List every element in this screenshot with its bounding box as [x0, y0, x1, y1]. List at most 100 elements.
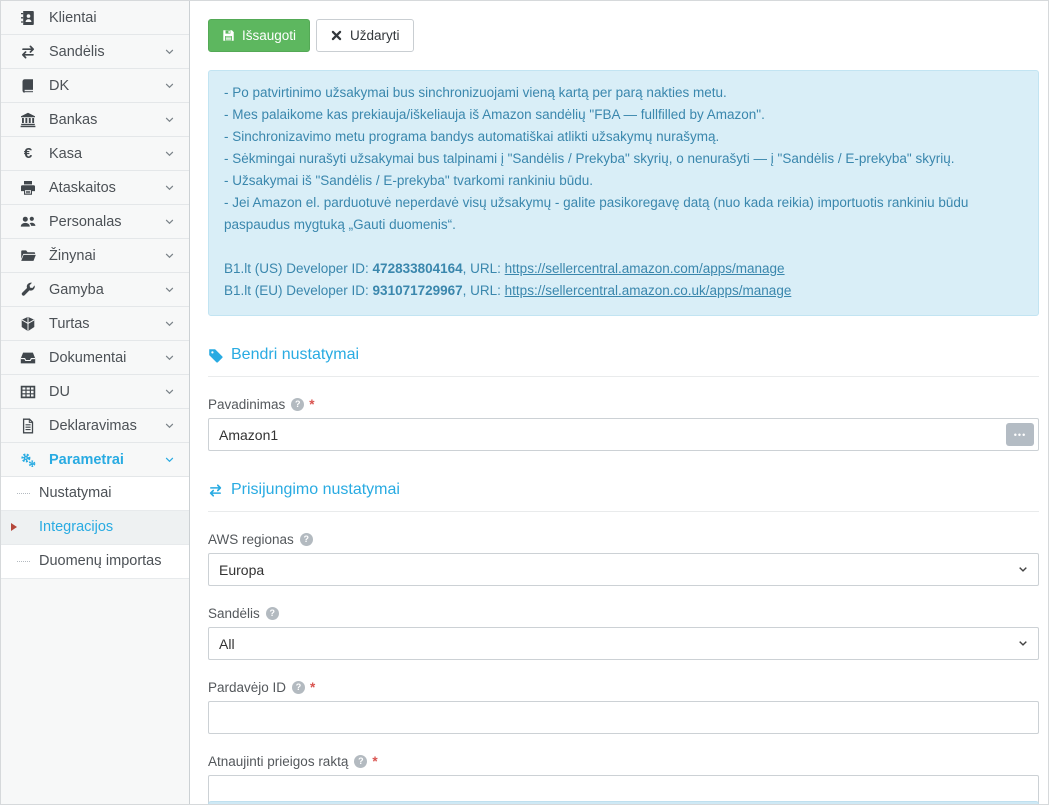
sidebar-item-label: Turtas: [49, 316, 164, 332]
sandelis-select[interactable]: All: [208, 627, 1039, 660]
users-icon: [19, 214, 37, 230]
save-button[interactable]: Išsaugoti: [208, 19, 310, 52]
developer-id-value: 472833804164: [373, 261, 463, 276]
aws-region-select[interactable]: Europa: [208, 553, 1039, 586]
required-asterisk: *: [372, 754, 377, 769]
table-icon: [19, 384, 37, 400]
chevron-down-icon: [164, 148, 176, 159]
required-asterisk: *: [309, 397, 314, 412]
pavadinimas-field: Pavadinimas ? * •••: [208, 397, 1039, 451]
sidebar-item-label: Klientai: [49, 10, 176, 26]
ellipsis-button[interactable]: •••: [1006, 423, 1034, 446]
required-asterisk: *: [310, 680, 315, 695]
help-icon[interactable]: ?: [300, 533, 313, 546]
save-icon: [222, 29, 235, 42]
wrench-icon: [19, 282, 37, 298]
exchange-icon: [19, 44, 37, 60]
sidebar-item-label: Žinynai: [49, 248, 164, 264]
sidebar-nav: Klientai Sandėlis DK Bankas €Kasa Ataskaitos P…: [1, 1, 189, 579]
chevron-down-icon: [164, 46, 176, 57]
chevron-down-icon: [164, 420, 176, 431]
developer-id-value: 931071729967: [373, 283, 463, 298]
sidebar-item-label: Parametrai: [49, 452, 164, 468]
sidebar-subitem-label: Duomenų importas: [39, 553, 162, 569]
chevron-down-icon: [164, 352, 176, 363]
help-icon[interactable]: ?: [291, 398, 304, 411]
sidebar-item-bankas[interactable]: Bankas: [1, 103, 189, 137]
sidebar-subitem-nustatymai[interactable]: Nustatymai: [1, 477, 189, 511]
sidebar-item-label: Dokumentai: [49, 350, 164, 366]
help-icon[interactable]: ?: [266, 607, 279, 620]
sidebar-item-du[interactable]: DU: [1, 375, 189, 409]
exchange-icon: [208, 483, 223, 498]
help-icon[interactable]: ?: [292, 681, 305, 694]
sidebar-subitem-label: Integracijos: [39, 519, 113, 535]
save-button-label: Išsaugoti: [242, 28, 296, 43]
aws-region-field: AWS regionas ? Europa: [208, 532, 1039, 586]
parametrai-submenu: Nustatymai Integracijos Duomenų importas: [1, 477, 189, 579]
chevron-down-icon: [164, 250, 176, 261]
tag-icon: [208, 348, 223, 363]
chevron-down-icon: [164, 318, 176, 329]
sellercentral-link[interactable]: https://sellercentral.amazon.co.uk/apps/…: [505, 283, 792, 298]
sidebar-item-label: Gamyba: [49, 282, 164, 298]
chevron-down-icon: [164, 114, 176, 125]
info-line: - Sinchronizavimo metu programa bandys a…: [224, 126, 1023, 148]
info-line: - Po patvirtinimo užsakymai bus sinchron…: [224, 82, 1023, 104]
sidebar-item-label: Sandėlis: [49, 44, 164, 60]
sidebar-item-dk[interactable]: DK: [1, 69, 189, 103]
sidebar-item-sandelis[interactable]: Sandėlis: [1, 35, 189, 69]
developer-id-prefix: B1.lt (US) Developer ID:: [224, 261, 373, 276]
sidebar-item-parametrai[interactable]: Parametrai: [1, 443, 189, 477]
chevron-down-icon: [164, 284, 176, 295]
sidebar-subitem-label: Nustatymai: [39, 485, 112, 501]
pavadinimas-input[interactable]: [208, 418, 1039, 451]
section-title-connection: Prisijungimo nustatymai: [208, 481, 1039, 499]
address-book-icon: [19, 10, 37, 26]
developer-id-prefix: B1.lt (EU) Developer ID:: [224, 283, 373, 298]
developer-id-line: B1.lt (EU) Developer ID: 931071729967, U…: [224, 280, 1023, 302]
folder-open-icon: [19, 248, 37, 264]
info-lines: - Po patvirtinimo užsakymai bus sinchron…: [224, 82, 1023, 236]
sandelis-label: Sandėlis: [208, 606, 260, 621]
sidebar-item-ataskaitos[interactable]: Ataskaitos: [1, 171, 189, 205]
info-line: - Jei Amazon el. parduotuvė neperdavė vi…: [224, 192, 1023, 236]
pardavejo-id-label: Pardavėjo ID: [208, 680, 286, 695]
sellercentral-link[interactable]: https://sellercentral.amazon.com/apps/ma…: [505, 261, 785, 276]
sidebar-item-label: Personalas: [49, 214, 164, 230]
sidebar-item-zinynai[interactable]: Žinynai: [1, 239, 189, 273]
sidebar-item-kasa[interactable]: €Kasa: [1, 137, 189, 171]
close-button-label: Uždaryti: [350, 28, 400, 43]
sidebar-item-label: Ataskaitos: [49, 180, 164, 196]
euro-icon: €: [19, 146, 37, 162]
sidebar-item-label: Deklaravimas: [49, 418, 164, 434]
sidebar-item-gamyba[interactable]: Gamyba: [1, 273, 189, 307]
sidebar-item-klientai[interactable]: Klientai: [1, 1, 189, 35]
sidebar-subitem-duomenu-importas[interactable]: Duomenų importas: [1, 545, 189, 579]
sidebar: Klientai Sandėlis DK Bankas €Kasa Ataskaitos P…: [1, 1, 190, 804]
next-panel-edge: [208, 801, 1039, 804]
prieigos-raktas-input[interactable]: [208, 775, 1039, 804]
chevron-down-icon: [164, 454, 176, 465]
info-line: - Sėkmingai nurašyti užsakymai bus talpi…: [224, 148, 1023, 170]
book-icon: [19, 78, 37, 94]
sidebar-item-label: Bankas: [49, 112, 164, 128]
sidebar-item-personalas[interactable]: Personalas: [1, 205, 189, 239]
sidebar-subitem-integracijos[interactable]: Integracijos: [1, 511, 189, 545]
print-icon: [19, 180, 37, 196]
section-divider: [208, 376, 1039, 377]
help-icon[interactable]: ?: [354, 755, 367, 768]
prieigos-raktas-label: Atnaujinti prieigos raktą: [208, 754, 348, 769]
sidebar-item-deklaravimas[interactable]: Deklaravimas: [1, 409, 189, 443]
info-box: - Po patvirtinimo užsakymai bus sinchron…: [208, 70, 1039, 316]
chevron-down-icon: [164, 386, 176, 397]
app-window: Klientai Sandėlis DK Bankas €Kasa Ataskaitos P…: [0, 0, 1049, 805]
close-button[interactable]: Uždaryti: [316, 19, 414, 52]
sidebar-item-turtas[interactable]: Turtas: [1, 307, 189, 341]
main-content: Išsaugoti Uždaryti - Po patvirtinimo užs…: [190, 1, 1048, 804]
sidebar-item-dokumentai[interactable]: Dokumentai: [1, 341, 189, 375]
pardavejo-id-input[interactable]: [208, 701, 1039, 734]
caret-right-icon: [11, 523, 17, 531]
inbox-icon: [19, 350, 37, 366]
file-text-icon: [19, 418, 37, 434]
